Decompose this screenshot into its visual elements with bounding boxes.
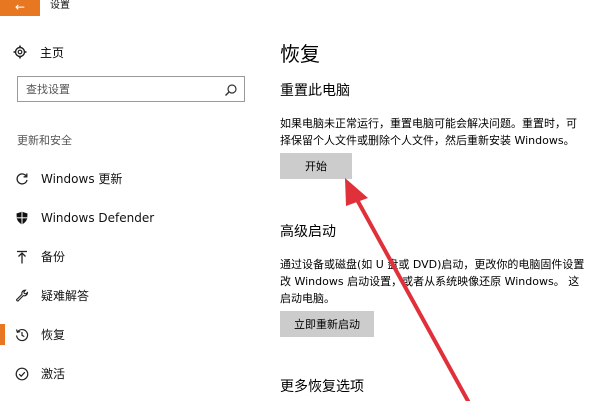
sidebar-nav: Windows 更新 Windows Defender 备份 疑难解答 恢复 激… [0, 159, 262, 393]
sidebar: 主页 更新和安全 Windows 更新 [0, 16, 262, 401]
wrench-icon [14, 288, 30, 304]
reset-section-title: 重置此电脑 [280, 83, 350, 99]
upload-icon [14, 249, 30, 265]
reset-start-button[interactable]: 开始 [280, 153, 352, 179]
search-input[interactable] [26, 81, 216, 97]
reset-description-line-2: 择保留个人文件或删除个人文件，然后重新安装 Windows。 [280, 134, 575, 147]
sidebar-item-label: 备份 [41, 250, 66, 264]
main-content: 恢复 重置此电脑 如果电脑未正常运行，重置电脑可能会解决问题。重置时，可 择保留… [262, 16, 600, 401]
search-icon[interactable] [224, 82, 238, 96]
page-title: 恢复 [280, 42, 320, 66]
sidebar-item-backup[interactable]: 备份 [0, 237, 262, 276]
sidebar-item-label: 激活 [41, 367, 66, 381]
back-button[interactable]: ← [0, 0, 40, 16]
settings-window: ← 设置 主页 查找设置 更新和安全 Windows 更新 Windows De… [0, 0, 600, 401]
sidebar-item-label: 恢复 [41, 328, 66, 342]
sidebar-section-header: 更新和安全 [17, 134, 72, 147]
search-box [17, 76, 245, 102]
sidebar-item-windows-update[interactable]: Windows 更新 [0, 159, 262, 198]
advanced-description-line-1: 通过设备或磁盘(如 U 盘或 DVD)启动，更改你的电脑固件设置 [280, 258, 585, 271]
advanced-description-line-3: 启动电脑。 [280, 292, 335, 305]
advanced-description-line-2: 改 Windows 启动设置，或者从系统映像还原 Windows。 这 [280, 275, 580, 288]
check-circle-icon [14, 366, 30, 382]
title-bar: ← 设置 [0, 0, 260, 16]
sidebar-item-windows-defender[interactable]: Windows Defender [0, 198, 262, 237]
history-icon [14, 327, 30, 343]
refresh-icon [14, 171, 30, 187]
sidebar-item-troubleshoot[interactable]: 疑难解答 [0, 276, 262, 315]
more-recovery-options-title: 更多恢复选项 [280, 379, 364, 395]
sidebar-item-home[interactable]: 主页 [12, 42, 64, 62]
sidebar-item-label: 主页 [40, 45, 65, 60]
restart-now-button[interactable]: 立即重新启动 [280, 311, 374, 337]
window-title: 设置 [50, 0, 70, 11]
gear-icon [12, 44, 28, 60]
sidebar-item-label: Windows 更新 [41, 172, 123, 186]
shield-icon [14, 210, 30, 226]
sidebar-item-label: 疑难解答 [41, 289, 90, 303]
advanced-startup-title: 高级启动 [280, 224, 336, 240]
reset-description-line-1: 如果电脑未正常运行，重置电脑可能会解决问题。重置时，可 [280, 117, 577, 130]
sidebar-item-activation[interactable]: 激活 [0, 354, 262, 393]
back-arrow-icon: ← [14, 0, 26, 14]
sidebar-item-recovery[interactable]: 恢复 [0, 315, 262, 354]
sidebar-item-label: Windows Defender [41, 210, 155, 225]
